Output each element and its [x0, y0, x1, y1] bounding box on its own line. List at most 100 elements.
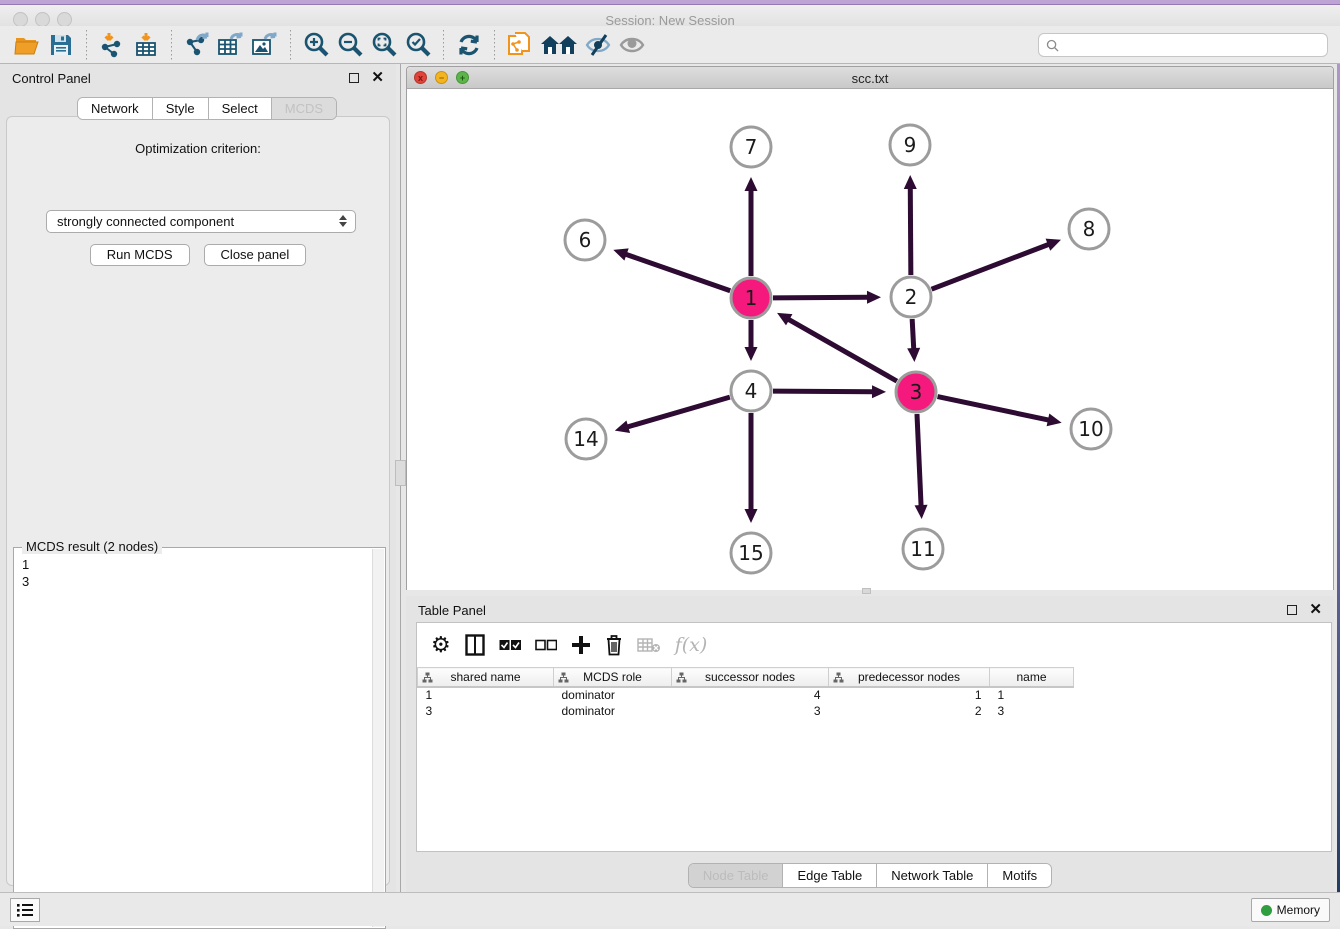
memory-button[interactable]: Memory	[1251, 898, 1330, 922]
add-column-icon[interactable]	[571, 631, 591, 659]
control-panel-tabs: Network Style Select MCDS	[77, 97, 337, 120]
table-row[interactable]: 3dominator323	[418, 703, 1074, 719]
zoom-selected-icon[interactable]	[401, 29, 435, 61]
table-cell[interactable]: 3	[672, 703, 829, 719]
table-row[interactable]: 1dominator411	[418, 687, 1074, 703]
export-image-icon[interactable]	[248, 29, 282, 61]
table-tabs: Node Table Edge Table Network Table Moti…	[688, 863, 1052, 888]
edge-3-10[interactable]	[938, 397, 1050, 421]
zoom-out-icon[interactable]	[333, 29, 367, 61]
table-settings-icon[interactable]: ⚙	[431, 631, 451, 659]
export-network-icon[interactable]	[180, 29, 214, 61]
hide-panels-icon[interactable]	[581, 29, 615, 61]
toolbar-separator	[86, 30, 87, 60]
toolbar-separator	[494, 30, 495, 60]
mcds-result-group: MCDS result (2 nodes) 1 3	[13, 547, 386, 929]
toolbar-separator	[171, 30, 172, 60]
edge-4-14[interactable]	[626, 397, 730, 427]
unselect-all-columns-icon[interactable]	[535, 631, 557, 659]
edge-2-9[interactable]	[910, 187, 911, 275]
table-cell[interactable]: 1	[990, 687, 1074, 703]
horizontal-splitter-handle[interactable]	[862, 588, 871, 594]
graph-node-label: 1	[745, 286, 758, 310]
table-cell[interactable]: 1	[829, 687, 990, 703]
edge-2-3[interactable]	[912, 319, 914, 350]
column-layout-icon[interactable]	[465, 631, 485, 659]
table-cell[interactable]: dominator	[554, 687, 672, 703]
function-builder-icon: f(x)	[675, 631, 708, 659]
close-table-panel-icon[interactable]: ✕	[1309, 605, 1322, 615]
close-panel-icon[interactable]: ✕	[371, 73, 384, 83]
save-session-icon[interactable]	[44, 29, 78, 61]
table-cell[interactable]: 3	[990, 703, 1074, 719]
column-header-MCDS-role[interactable]: MCDS role	[554, 668, 672, 687]
edge-3-1[interactable]	[787, 319, 896, 381]
graph-node-label: 11	[910, 537, 935, 561]
result-scrollbar[interactable]	[372, 549, 384, 927]
optimization-criterion-select[interactable]: strongly connected component	[46, 210, 356, 233]
apply-layout-icon[interactable]	[452, 29, 486, 61]
vertical-splitter-handle[interactable]	[395, 460, 406, 486]
mcds-result-text[interactable]: 1 3	[15, 552, 372, 927]
delete-table-icon	[637, 631, 661, 659]
table-cell[interactable]: 1	[418, 687, 554, 703]
table-cell[interactable]: 3	[418, 703, 554, 719]
run-mcds-button[interactable]: Run MCDS	[90, 244, 190, 266]
app-titlebar: Session: New Session	[0, 5, 1340, 26]
node-table[interactable]: shared nameMCDS rolesuccessor nodesprede…	[417, 667, 1074, 719]
table-panel-title: Table Panel	[418, 603, 1287, 618]
export-table-icon[interactable]	[214, 29, 248, 61]
edge-1-2[interactable]	[773, 297, 869, 298]
delete-column-icon[interactable]	[605, 631, 623, 659]
import-network-icon[interactable]	[95, 29, 129, 61]
graph-node-label: 15	[738, 541, 763, 565]
tab-mcds[interactable]: MCDS	[272, 98, 336, 119]
network-graph-canvas[interactable]: 7968124314101511	[407, 89, 1333, 590]
duplicate-network-icon[interactable]	[503, 29, 537, 61]
table-cell[interactable]: 4	[672, 687, 829, 703]
column-header-predecessor-nodes[interactable]: predecessor nodes	[829, 668, 990, 687]
table-cell[interactable]: dominator	[554, 703, 672, 719]
tab-network[interactable]: Network	[78, 98, 153, 119]
edge-3-11[interactable]	[917, 414, 921, 507]
edge-arrowhead	[915, 505, 928, 519]
network-window-titlebar[interactable]: x − + scc.txt	[407, 67, 1333, 89]
close-panel-button[interactable]: Close panel	[204, 244, 307, 266]
task-history-button[interactable]	[10, 898, 40, 922]
table-cell[interactable]: 2	[829, 703, 990, 719]
column-header-name[interactable]: name	[990, 668, 1074, 687]
float-panel-icon[interactable]	[349, 73, 359, 83]
select-all-columns-icon[interactable]	[499, 631, 521, 659]
column-header-successor-nodes[interactable]: successor nodes	[672, 668, 829, 687]
edge-2-8[interactable]	[932, 244, 1050, 289]
graph-node-label: 14	[573, 427, 598, 451]
tab-node-table[interactable]: Node Table	[689, 864, 784, 887]
edge-arrowhead	[907, 348, 920, 362]
toolbar-separator	[290, 30, 291, 60]
tab-motifs[interactable]: Motifs	[988, 864, 1051, 887]
memory-status-icon	[1261, 905, 1272, 916]
open-session-icon[interactable]	[10, 29, 44, 61]
network-view-window: x − + scc.txt 7968124314101511	[406, 66, 1334, 590]
tab-network-table[interactable]: Network Table	[877, 864, 988, 887]
import-table-icon[interactable]	[129, 29, 163, 61]
zoom-in-icon[interactable]	[299, 29, 333, 61]
column-header-shared-name[interactable]: shared name	[418, 668, 554, 687]
search-input[interactable]	[1038, 33, 1328, 57]
edge-4-3[interactable]	[773, 391, 874, 392]
node-table-card: ⚙ f(x) shared nameMCDS rolesuccessor nod…	[416, 622, 1332, 852]
tab-edge-table[interactable]: Edge Table	[783, 864, 877, 887]
edge-1-6[interactable]	[625, 254, 731, 291]
zoom-fit-icon[interactable]	[367, 29, 401, 61]
edge-arrowhead	[745, 177, 758, 191]
tab-style[interactable]: Style	[153, 98, 209, 119]
search-icon	[1046, 39, 1059, 52]
control-panel: Control Panel ✕ Network Style Select MCD…	[0, 64, 396, 892]
show-eye-icon	[615, 29, 649, 61]
edge-arrowhead	[904, 175, 917, 189]
home-icon[interactable]	[537, 29, 581, 61]
select-stepper-icon	[339, 215, 347, 227]
optimization-criterion-label: Optimization criterion:	[7, 141, 389, 156]
float-table-panel-icon[interactable]	[1287, 605, 1297, 615]
tab-select[interactable]: Select	[209, 98, 272, 119]
